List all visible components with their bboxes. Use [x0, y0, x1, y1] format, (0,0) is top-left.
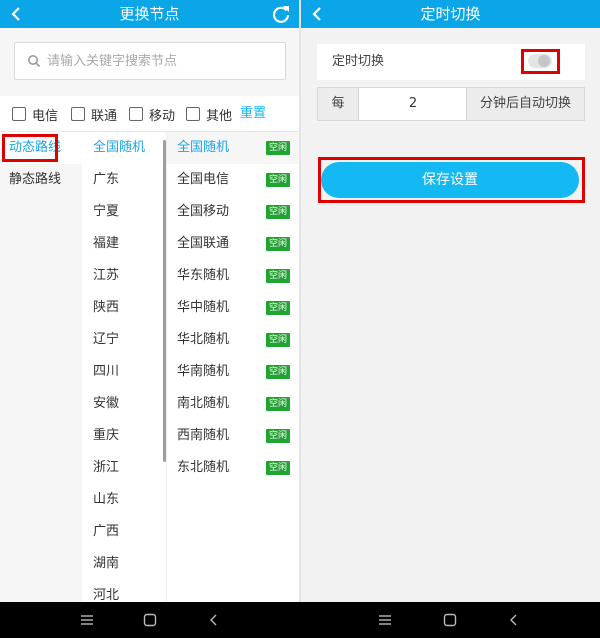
filter-telecom[interactable]: 电信 [12, 105, 59, 124]
region-item[interactable]: 辽宁 [82, 324, 166, 356]
unicom-checkbox[interactable] [71, 107, 85, 121]
status-badge: 空闲 [265, 269, 290, 283]
node-name: 全国随机 [177, 140, 230, 155]
status-badge: 空闲 [265, 397, 290, 411]
node-item[interactable]: 华北随机 空闲 [167, 324, 299, 356]
status-badge: 空闲 [265, 333, 290, 347]
page-title: 定时切换 [420, 5, 481, 23]
node-item[interactable]: 全国联通 空闲 [167, 228, 299, 260]
right-title-bar: 定时切换 [301, 0, 600, 28]
region-item[interactable]: 江苏 [82, 260, 166, 292]
node-name: 南北随机 [177, 396, 230, 411]
interval-row: 每 2 分钟后自动切换 [317, 87, 585, 121]
home-icon[interactable] [142, 612, 158, 628]
status-badge: 空闲 [265, 205, 290, 219]
region-item[interactable]: 重庆 [82, 420, 166, 452]
interval-suffix: 分钟后自动切换 [466, 88, 584, 120]
back-icon[interactable] [206, 612, 222, 628]
node-name: 全国电信 [177, 172, 230, 187]
node-item[interactable]: 东北随机 空闲 [167, 452, 299, 484]
node-name: 华中随机 [177, 300, 230, 315]
route-type-list: 动态路线 静态路线 [0, 132, 82, 602]
region-item[interactable]: 广东 [82, 164, 166, 196]
node-list: 全国随机 空闲 全国电信 空闲 全国移动 空闲 全国联通 空闲 华东随机 空闲 华中随机 空闲 华北随机… [166, 132, 299, 602]
node-item[interactable]: 全国移动 空闲 [167, 196, 299, 228]
status-badge: 空闲 [265, 141, 290, 155]
node-name: 西南随机 [177, 428, 230, 443]
node-item[interactable]: 全国随机 空闲 [167, 132, 299, 164]
region-item[interactable]: 浙江 [82, 452, 166, 484]
region-item[interactable]: 宁夏 [82, 196, 166, 228]
node-item[interactable]: 西南随机 空闲 [167, 420, 299, 452]
region-item[interactable]: 四川 [82, 356, 166, 388]
region-item[interactable]: 湖南 [82, 548, 166, 580]
filter-label: 电信 [32, 108, 59, 124]
search-input[interactable] [47, 43, 277, 79]
node-name: 东北随机 [177, 460, 230, 475]
reset-button[interactable]: 重置 [240, 105, 266, 123]
node-name: 全国移动 [177, 204, 230, 219]
isp-filter-bar: 电信 联通 移动 其他 重置 [0, 96, 299, 132]
search-area [0, 28, 299, 96]
node-selection-panel: 更换节点 电信 联通 移动 其他 重置 动态路线 静态路线 全国随机广东宁夏福建… [0, 0, 299, 638]
node-name: 华东随机 [177, 268, 230, 283]
route-type-static[interactable]: 静态路线 [0, 164, 82, 196]
mobile-checkbox[interactable] [129, 107, 143, 121]
filter-label: 联通 [91, 108, 118, 124]
timer-switch-panel: 定时切换 定时切换 每 2 分钟后自动切换 保存设置 [301, 0, 600, 638]
region-list: 全国随机 广东 宁夏 福建 江苏 陕西 辽宁 四川 安徽 重庆 浙江 山东 广西 湖南 河北 [82, 132, 166, 602]
status-badge: 空闲 [265, 301, 290, 315]
region-item[interactable]: 安徽 [82, 388, 166, 420]
back-icon[interactable] [506, 612, 522, 628]
node-name: 华北随机 [177, 332, 230, 347]
highlight-box-route-type [2, 134, 58, 162]
node-item[interactable]: 华中随机 空闲 [167, 292, 299, 324]
search-icon [28, 55, 41, 68]
status-badge: 空闲 [265, 429, 290, 443]
region-item[interactable]: 河北 [82, 580, 166, 602]
node-name: 华南随机 [177, 364, 230, 379]
filter-label: 其他 [206, 108, 233, 124]
node-item[interactable]: 华南随机 空闲 [167, 356, 299, 388]
node-item[interactable]: 南北随机 空闲 [167, 388, 299, 420]
filter-unicom[interactable]: 联通 [71, 105, 118, 124]
filter-label: 移动 [149, 108, 176, 124]
status-badge: 空闲 [265, 237, 290, 251]
status-badge: 空闲 [265, 461, 290, 475]
interval-prefix: 每 [318, 88, 359, 120]
refresh-icon[interactable] [271, 4, 291, 24]
region-item[interactable]: 福建 [82, 228, 166, 260]
region-item[interactable]: 山东 [82, 484, 166, 516]
other-checkbox[interactable] [186, 107, 200, 121]
menu-icon[interactable] [377, 612, 393, 628]
status-badge: 空闲 [265, 173, 290, 187]
node-item[interactable]: 华东随机 空闲 [167, 260, 299, 292]
telecom-checkbox[interactable] [12, 107, 26, 121]
highlight-box-save [318, 157, 585, 203]
region-item[interactable]: 广西 [82, 516, 166, 548]
search-box [14, 42, 286, 80]
status-badge: 空闲 [265, 365, 290, 379]
node-item[interactable]: 全国电信 空闲 [167, 164, 299, 196]
region-item[interactable]: 全国随机 [82, 132, 166, 164]
menu-icon[interactable] [79, 612, 95, 628]
node-name: 全国联通 [177, 236, 230, 251]
system-nav-bar [0, 602, 600, 638]
interval-input[interactable]: 2 [360, 88, 466, 120]
page-title: 更换节点 [119, 5, 180, 23]
filter-other[interactable]: 其他 [186, 105, 233, 124]
filter-mobile[interactable]: 移动 [129, 105, 176, 124]
left-title-bar: 更换节点 [0, 0, 299, 28]
highlight-box-toggle [521, 49, 560, 74]
home-icon[interactable] [442, 612, 458, 628]
timer-label: 定时切换 [332, 54, 385, 69]
region-item[interactable]: 陕西 [82, 292, 166, 324]
